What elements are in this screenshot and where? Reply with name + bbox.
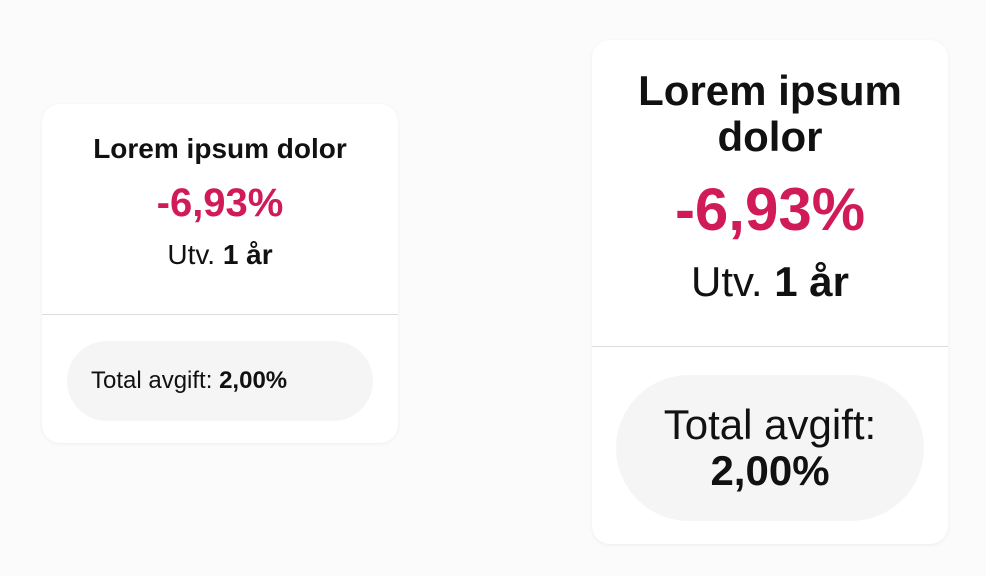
period-value: 1 år: [222, 239, 273, 270]
period-label: Utv.: [167, 239, 216, 270]
fee-label: Total avgift:: [91, 367, 213, 394]
card-title: Lorem ipsum dolor: [638, 67, 902, 160]
period-text: Utv. 1 år: [42, 238, 398, 272]
fee-pill: Total avgift: 2,00%: [67, 341, 373, 421]
card-summary: Lorem ipsum dolor -6,93% Utv. 1 år: [592, 40, 948, 346]
fund-card-small[interactable]: Lorem ipsum dolor -6,93% Utv. 1 år Total…: [42, 104, 398, 443]
period-text: Utv. 1 år: [592, 258, 948, 306]
fund-card-large[interactable]: Lorem ipsum dolor -6,93% Utv. 1 år Total…: [592, 40, 948, 544]
performance-value: -6,93%: [156, 181, 284, 225]
period-label: Utv.: [691, 258, 763, 305]
card-title: Lorem ipsum dolor: [93, 133, 347, 164]
card-summary: Lorem ipsum dolor -6,93% Utv. 1 år: [42, 104, 398, 314]
fee-value: 2,00%: [219, 367, 288, 394]
performance-value: -6,93%: [674, 176, 866, 243]
fee-value: 2,00%: [710, 447, 830, 494]
fee-pill: Total avgift: 2,00%: [616, 375, 924, 521]
fee-label: Total avgift:: [663, 401, 877, 448]
period-value: 1 år: [774, 258, 849, 305]
